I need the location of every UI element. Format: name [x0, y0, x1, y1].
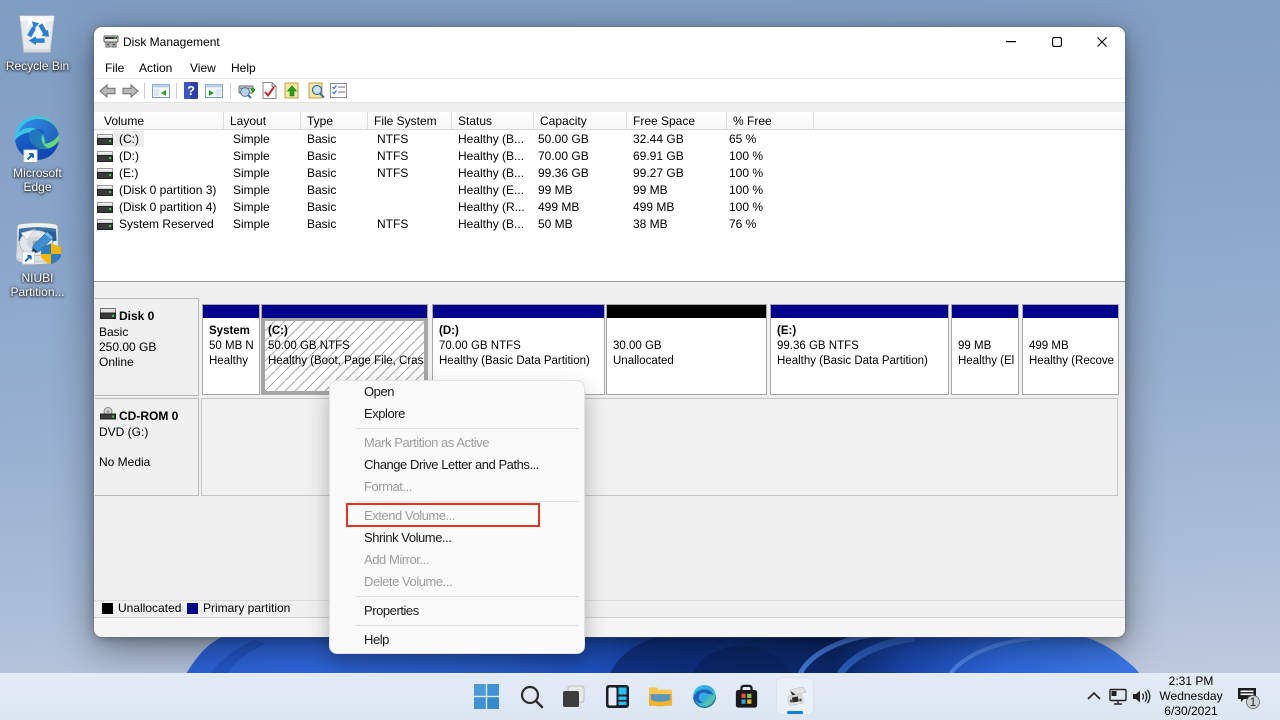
- svg-text:1: 1: [1250, 697, 1256, 709]
- svg-text:?: ?: [187, 83, 195, 98]
